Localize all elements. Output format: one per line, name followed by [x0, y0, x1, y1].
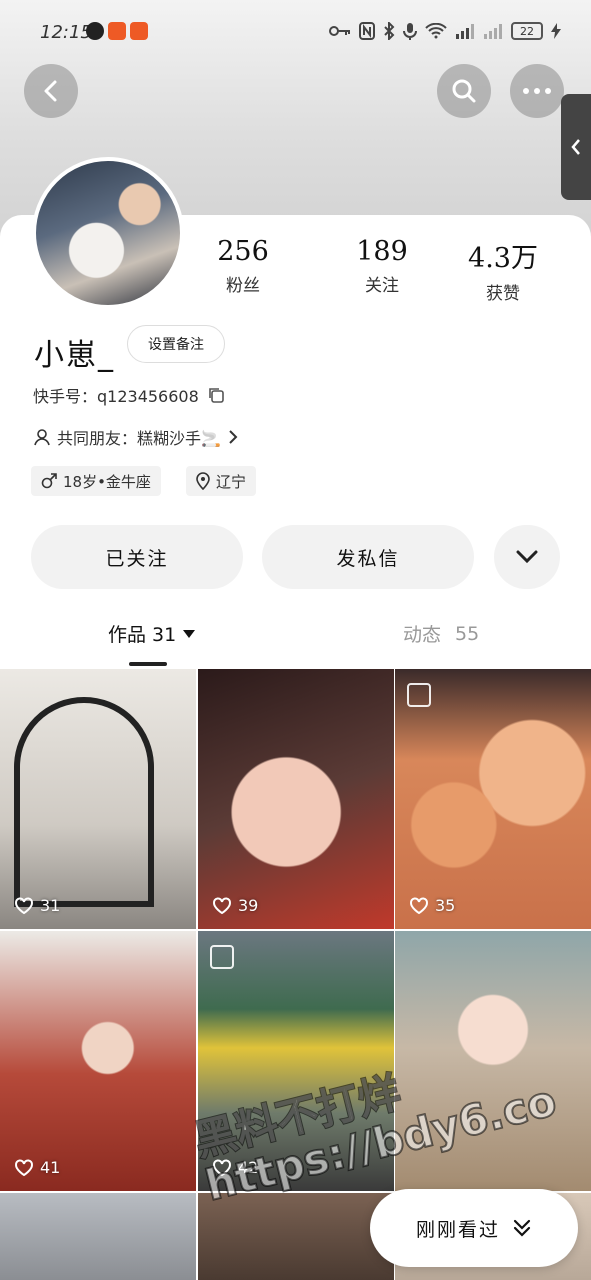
- like-count-value: 41: [40, 1158, 61, 1177]
- more-horizontal-icon: [523, 88, 551, 94]
- stat-label: 获赞: [486, 284, 520, 304]
- tab-works[interactable]: 作品 31: [108, 620, 196, 647]
- profile-name: 小崽_: [34, 338, 115, 373]
- mirror-frame: [14, 697, 154, 907]
- search-icon: [452, 79, 476, 103]
- like-count-value: 35: [435, 896, 456, 915]
- heart-icon: [213, 897, 231, 914]
- stat-value: 256: [217, 236, 269, 267]
- post-thumbnail[interactable]: 41: [0, 931, 196, 1191]
- image-set-icon: [210, 945, 234, 969]
- copy-icon[interactable]: [207, 386, 225, 404]
- chevron-left-icon: [44, 80, 57, 102]
- stat-following[interactable]: 189 关注: [327, 236, 437, 296]
- chevron-down-icon: [516, 550, 538, 564]
- mic-icon: [403, 23, 417, 40]
- set-remark-button[interactable]: 设置备注: [127, 325, 225, 363]
- expand-recommend-button[interactable]: [494, 525, 560, 589]
- like-count-value: 31: [40, 896, 61, 915]
- heart-icon: [15, 897, 33, 914]
- status-time: 12:15: [40, 22, 92, 43]
- status-bar: 12:15 22: [0, 0, 591, 66]
- kuaishou-id-text: 快手号：q123456608: [33, 387, 199, 406]
- stat-label: 关注: [365, 276, 399, 296]
- person-icon: [34, 429, 50, 446]
- stat-label: 粉丝: [226, 276, 260, 296]
- search-button[interactable]: [437, 64, 491, 118]
- tab-moments-label: 动态: [403, 624, 442, 646]
- bluetooth-icon: [384, 22, 395, 40]
- app-notification-icon: [86, 22, 104, 40]
- stat-likes[interactable]: 4.3万 获赞: [448, 236, 558, 304]
- tab-moments[interactable]: 动态 55: [403, 620, 479, 647]
- send-message-button[interactable]: 发私信: [262, 525, 474, 589]
- stat-value: 189: [356, 236, 408, 267]
- double-chevron-down-icon: [513, 1219, 531, 1237]
- like-count-value: 39: [238, 896, 259, 915]
- like-count: 41: [14, 1158, 60, 1177]
- post-thumbnail[interactable]: [0, 1193, 196, 1280]
- battery-indicator: 22: [511, 22, 543, 40]
- mutual-friends-row[interactable]: 共同朋友：糕糊沙手🚬: [33, 425, 239, 449]
- mutual-friends-text: 共同朋友：糕糊沙手🚬: [57, 429, 221, 448]
- status-indicators: 22: [329, 22, 561, 40]
- gender-male-icon: [41, 473, 57, 489]
- kuaishou-id-row: 快手号：q123456608: [33, 383, 225, 407]
- key-icon: [329, 26, 350, 36]
- tab-works-label: 作品 31: [108, 624, 177, 646]
- more-button[interactable]: [510, 64, 564, 118]
- age-zodiac-text: 18岁•金牛座: [63, 472, 151, 491]
- stat-value: 4.3万: [468, 243, 538, 274]
- like-count: 39: [212, 896, 258, 915]
- status-app-icons: [86, 22, 148, 40]
- caret-down-icon: [183, 629, 196, 638]
- back-button[interactable]: [24, 64, 78, 118]
- app-notification-icon: [108, 22, 126, 40]
- recently-viewed-label: 刚刚看过: [415, 1218, 500, 1241]
- signal-icon: [456, 24, 474, 39]
- tab-moments-count: 55: [455, 622, 480, 645]
- heart-icon: [15, 1159, 33, 1176]
- post-thumbnail[interactable]: 35: [395, 669, 591, 929]
- charging-icon: [551, 23, 561, 39]
- wifi-icon: [425, 23, 447, 39]
- chevron-left-icon: [571, 139, 580, 155]
- tab-active-indicator: [129, 662, 167, 666]
- nfc-icon: [359, 22, 375, 40]
- image-set-icon: [407, 683, 431, 707]
- post-thumbnail[interactable]: 31: [0, 669, 196, 929]
- followed-button[interactable]: 已关注: [31, 525, 243, 589]
- like-count: 31: [14, 896, 60, 915]
- post-thumbnail[interactable]: 39: [198, 669, 394, 929]
- avatar[interactable]: [32, 157, 184, 309]
- stat-followers[interactable]: 256 粉丝: [188, 236, 298, 296]
- location-text: 辽宁: [216, 472, 247, 491]
- like-count: 35: [409, 896, 455, 915]
- app-notification-icon: [130, 22, 148, 40]
- chevron-right-icon: [229, 430, 238, 444]
- age-zodiac-tag: 18岁•金牛座: [31, 466, 161, 496]
- signal-icon: [484, 24, 502, 39]
- recently-viewed-button[interactable]: 刚刚看过: [370, 1189, 578, 1267]
- location-pin-icon: [196, 472, 210, 490]
- location-tag: 辽宁: [186, 466, 257, 496]
- side-panel-toggle[interactable]: [561, 94, 591, 200]
- heart-icon: [410, 897, 428, 914]
